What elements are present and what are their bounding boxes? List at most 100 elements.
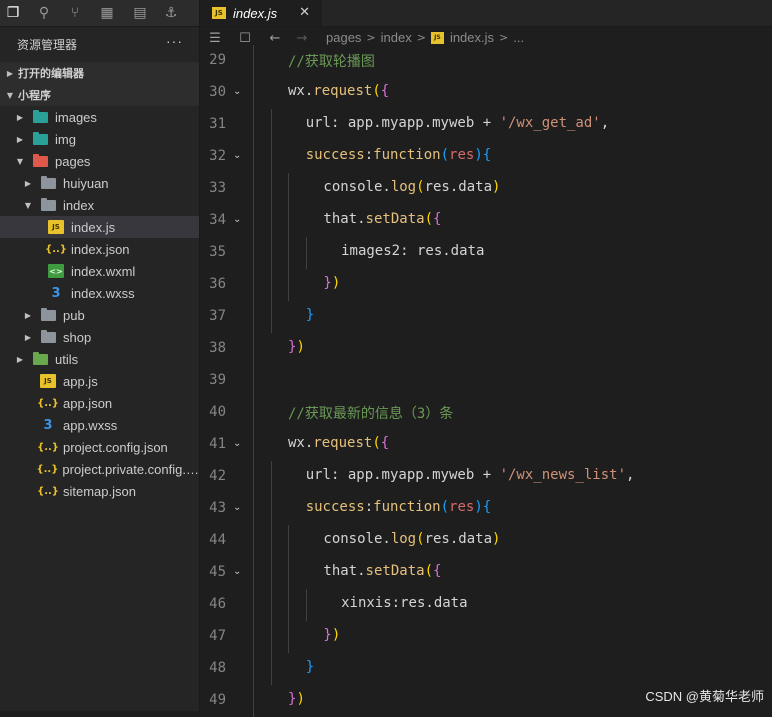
- tree-item-label: app.wxss: [63, 417, 118, 433]
- indent-guide: [270, 653, 272, 685]
- indent-guide: [270, 461, 272, 493]
- breadcrumb-file[interactable]: index.js: [450, 30, 494, 45]
- indent-guide: [288, 621, 290, 653]
- tree-item[interactable]: ▼ index: [0, 194, 199, 216]
- code-line: 41 ⌄ wx.request({: [200, 429, 772, 461]
- storage-icon[interactable]: ▤: [131, 4, 149, 22]
- breadcrumb-symbol[interactable]: ...: [513, 30, 524, 45]
- tab-index-js[interactable]: JS index.js ✕: [200, 0, 322, 26]
- code-line: 36}): [200, 269, 772, 301]
- fold-chevron-icon[interactable]: ⌄: [233, 502, 241, 513]
- code-token: ): [331, 627, 341, 643]
- tree-item[interactable]: 3 index.wxss: [0, 282, 199, 304]
- indent-guide: [288, 525, 290, 557]
- css-file-icon: 3: [51, 285, 61, 301]
- extensions-icon[interactable]: ▦: [98, 4, 116, 22]
- code-token: wx.: [288, 435, 314, 451]
- folder-icon: [32, 153, 48, 168]
- tree-item[interactable]: {..} index.json: [0, 238, 199, 260]
- tree-item-label: sitemap.json: [63, 483, 136, 499]
- indent-guide: [270, 141, 272, 173]
- more-actions-button[interactable]: ···: [166, 33, 183, 49]
- tree-item[interactable]: <> index.wxml: [0, 260, 199, 282]
- code-text: }): [323, 627, 340, 643]
- chevron-down-icon: ▼: [24, 200, 32, 210]
- close-icon[interactable]: ✕: [299, 5, 310, 20]
- code-line: 37}: [200, 301, 772, 333]
- explorer-files-icon[interactable]: ❐: [4, 4, 22, 22]
- tree-item-label: project.config.json: [63, 439, 168, 455]
- indent-guide: [270, 557, 272, 589]
- tree-item[interactable]: ▶ pub: [0, 304, 199, 326]
- tree-item-label: index.wxml: [71, 263, 136, 279]
- code-token: that.: [323, 563, 366, 579]
- fold-chevron-icon[interactable]: ⌄: [233, 438, 241, 449]
- chevron-right-icon: >: [499, 31, 509, 44]
- project-section[interactable]: ▼ 小程序: [0, 84, 199, 106]
- tree-item-label: img: [55, 131, 76, 147]
- code-token: res.data: [424, 179, 492, 195]
- docker-icon[interactable]: ⚓: [162, 4, 180, 22]
- tree-item[interactable]: JS index.js: [0, 216, 199, 238]
- code-token: request: [313, 435, 373, 451]
- indent-guide: [253, 269, 254, 301]
- code-token: (: [424, 563, 433, 579]
- tree-item[interactable]: {..} project.private.config.js...: [0, 458, 199, 480]
- code-line: 46 xinxis:res.data: [200, 589, 772, 621]
- json-file-icon: {..}: [37, 397, 59, 409]
- indent-guide: [253, 45, 254, 77]
- indent-guide: [288, 173, 290, 205]
- tree-item[interactable]: ▶ images: [0, 106, 199, 128]
- code-token: setData: [365, 211, 425, 227]
- line-number: 48: [209, 660, 226, 676]
- tree-item[interactable]: ▶ shop: [0, 326, 199, 348]
- code-token: that.: [323, 211, 366, 227]
- fold-chevron-icon[interactable]: ⌄: [233, 86, 241, 97]
- tree-item[interactable]: ▶ img: [0, 128, 199, 150]
- breadcrumb-index[interactable]: index: [381, 30, 412, 45]
- code-token: request: [313, 83, 373, 99]
- json-file-icon: {..}: [45, 243, 67, 255]
- code-text: url: app.myapp.myweb + '/wx_news_list',: [306, 467, 635, 483]
- tree-item[interactable]: {..} project.config.json: [0, 436, 199, 458]
- code-text: that.setData({: [323, 211, 441, 227]
- tree-item[interactable]: 3 app.wxss: [0, 414, 199, 436]
- tree-item[interactable]: {..} app.json: [0, 392, 199, 414]
- code-text: //获取轮播图: [288, 51, 375, 71]
- fold-chevron-icon[interactable]: ⌄: [233, 150, 241, 161]
- tree-item[interactable]: ▼ pages: [0, 150, 199, 172]
- css-file-icon: 3: [43, 417, 53, 433]
- indent-guide: [288, 205, 290, 237]
- line-number: 42: [209, 468, 226, 484]
- chevron-right-icon: >: [416, 31, 426, 44]
- code-editor[interactable]: 29//获取轮播图 30 ⌄ wx.request({31 url: app.myapp…: [200, 45, 772, 717]
- tree-item[interactable]: JS app.js: [0, 370, 199, 392]
- code-text: console.log(res.data): [323, 179, 500, 195]
- code-text: that.setData({: [323, 563, 441, 579]
- code-token: xinxis: [341, 595, 392, 611]
- source-control-icon[interactable]: ⑂: [66, 4, 84, 22]
- tree-item-label: utils: [55, 351, 79, 367]
- tree-item[interactable]: ▶ utils: [0, 348, 199, 370]
- code-token: (: [440, 499, 450, 515]
- search-icon[interactable]: ⚲: [35, 4, 53, 22]
- fold-chevron-icon[interactable]: ⌄: [233, 214, 241, 225]
- breadcrumb-pages[interactable]: pages: [326, 30, 361, 45]
- code-line: 44 console.log(res.data): [200, 525, 772, 557]
- tree-item-label: index.json: [71, 241, 130, 257]
- code-text: //获取最新的信息（3）条: [288, 403, 453, 423]
- code-token: }: [305, 659, 315, 675]
- tree-item[interactable]: {..} sitemap.json: [0, 480, 199, 502]
- js-file-icon: JS: [48, 220, 64, 234]
- tree-item[interactable]: ▶ huiyuan: [0, 172, 199, 194]
- indent-guide: [306, 237, 308, 269]
- open-editors-section[interactable]: ▶ 打开的编辑器: [0, 62, 199, 84]
- line-number: 40: [209, 404, 226, 420]
- code-token: url: [305, 115, 331, 131]
- indent-guide: [270, 237, 272, 269]
- code-token: setData: [365, 563, 425, 579]
- fold-chevron-icon[interactable]: ⌄: [233, 566, 241, 577]
- indent-guide: [253, 301, 254, 333]
- chevron-right-icon: >: [366, 31, 376, 44]
- code-line: 35 images2: res.data: [200, 237, 772, 269]
